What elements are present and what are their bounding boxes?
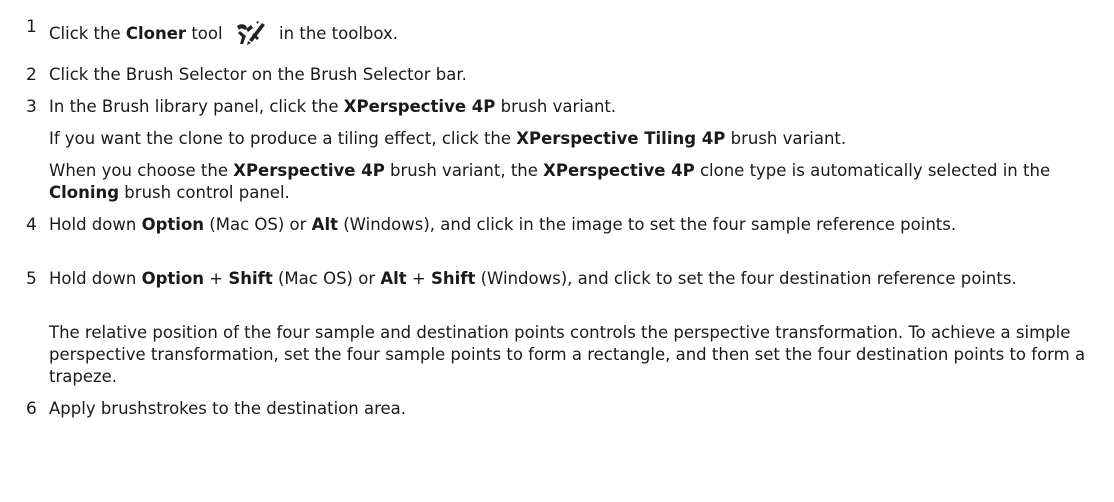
step-text-part: brush variant. xyxy=(495,97,617,116)
step-text-part: Click the xyxy=(49,24,126,43)
note-text: If you want the clone to produce a tilin… xyxy=(49,128,1110,150)
step-text: Hold down Option (Mac OS) or Alt (Window… xyxy=(49,214,1110,236)
step-text-part: tool xyxy=(186,24,228,43)
step-text-part: + xyxy=(406,269,432,288)
step-text: In the Brush library panel, click the XP… xyxy=(49,96,1110,118)
step-text-part: (Windows), and click to set the four des… xyxy=(475,269,1017,288)
step-text-part: (Windows), and click in the image to set… xyxy=(338,215,957,234)
step-number: 5 xyxy=(26,269,37,289)
step-text-part: + xyxy=(204,269,229,288)
step-text-part: in the toolbox. xyxy=(273,24,398,43)
brush-variant-name: XPerspective 4P xyxy=(233,161,385,180)
note-text-part: The relative position of the four sample… xyxy=(49,323,1086,386)
step-text-part: Hold down xyxy=(49,215,142,234)
note-text-part: If you want the clone to produce a tilin… xyxy=(49,129,517,148)
key-name: Alt xyxy=(380,269,407,288)
step-number: 1 xyxy=(26,17,37,37)
cloner-tool-icon xyxy=(234,20,268,46)
key-name: Alt xyxy=(311,215,338,234)
tool-name: Cloner xyxy=(125,24,187,43)
note-text-part: When you choose the xyxy=(49,161,234,180)
note-text-part: brush variant, the xyxy=(384,161,544,180)
note-text-part: brush control panel. xyxy=(119,183,290,202)
key-name: Option xyxy=(141,269,205,288)
step-text: Apply brushstrokes to the destination ar… xyxy=(49,398,1110,420)
key-name: Option xyxy=(141,215,205,234)
key-name: Shift xyxy=(228,269,273,288)
step-number: 6 xyxy=(26,399,37,419)
note-text-part: clone type is automatically selected in … xyxy=(694,161,1051,180)
step-text-part: (Mac OS) or xyxy=(272,269,381,288)
step-number: 2 xyxy=(26,65,37,85)
step-text-part: (Mac OS) or xyxy=(204,215,312,234)
step-text: Click the Cloner tool in the toolbox. xyxy=(49,20,1110,46)
step-number: 3 xyxy=(26,97,37,117)
clone-type-name: XPerspective 4P xyxy=(543,161,695,180)
step-number: 4 xyxy=(26,215,37,235)
step-text-part: Apply brushstrokes to the destination ar… xyxy=(49,399,407,418)
step-text-part: In the Brush library panel, click the xyxy=(49,97,344,116)
note-text: When you choose the XPerspective 4P brus… xyxy=(49,160,1110,204)
step-text-part: Click the Brush Selector on the Brush Se… xyxy=(49,65,467,84)
step-text: Click the Brush Selector on the Brush Se… xyxy=(49,64,1110,86)
step-text-part: Hold down xyxy=(49,269,142,288)
note-text: The relative position of the four sample… xyxy=(49,322,1110,388)
brush-variant-name: XPerspective 4P xyxy=(343,97,496,116)
panel-name: Cloning xyxy=(49,183,120,202)
step-text: Hold down Option + Shift (Mac OS) or Alt… xyxy=(49,268,1110,290)
brush-variant-name: XPerspective Tiling 4P xyxy=(516,129,726,148)
note-text-part: brush variant. xyxy=(725,129,847,148)
key-name: Shift xyxy=(431,269,476,288)
